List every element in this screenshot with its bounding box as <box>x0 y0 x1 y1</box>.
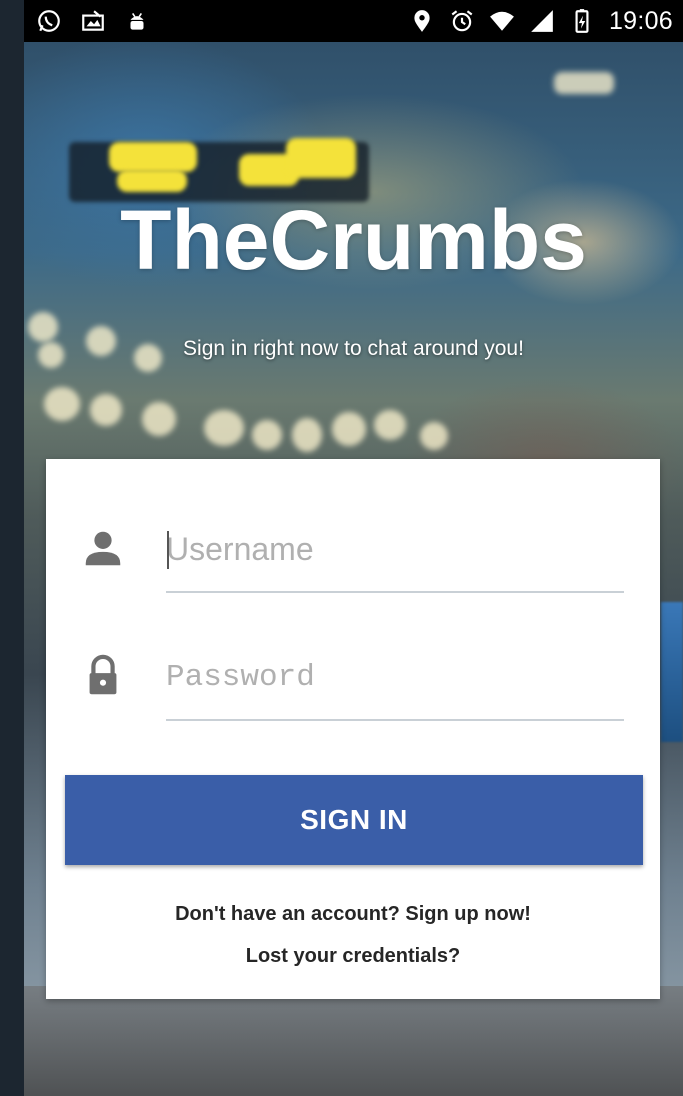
signal-icon <box>529 8 555 34</box>
status-bar: 19:06 <box>24 0 683 42</box>
background-bokeh <box>142 402 176 436</box>
person-icon <box>80 525 126 571</box>
background-pavement <box>24 986 683 1096</box>
background-bokeh <box>44 387 80 421</box>
status-bar-right: 19:06 <box>409 7 673 36</box>
username-input[interactable] <box>166 519 622 579</box>
wifi-icon <box>489 8 515 34</box>
background-neon-light <box>286 138 356 178</box>
sign-in-button[interactable]: SIGN IN <box>65 775 643 865</box>
sign-up-link[interactable]: Don't have an account? Sign up now! <box>46 903 660 926</box>
text-caret <box>167 531 169 569</box>
background-bokeh <box>204 410 244 446</box>
background-neon-light <box>117 170 187 192</box>
background-bokeh <box>332 412 366 446</box>
background-bokeh <box>420 422 448 450</box>
lock-icon <box>80 653 126 699</box>
background-bokeh <box>374 410 406 440</box>
app-title: TheCrumbs <box>120 193 587 287</box>
lost-credentials-link[interactable]: Lost your credentials? <box>46 945 660 968</box>
password-row <box>46 625 660 725</box>
image-notification-icon <box>80 8 106 34</box>
background-bokeh <box>252 420 282 450</box>
background-blue-light <box>661 602 683 742</box>
username-underline <box>166 591 624 593</box>
whatsapp-icon <box>36 8 62 34</box>
password-underline <box>166 719 624 721</box>
password-input[interactable] <box>166 647 622 707</box>
android-debug-icon <box>124 8 150 34</box>
background-bokeh <box>90 394 122 426</box>
username-row <box>46 497 660 597</box>
background-bokeh <box>292 418 322 452</box>
login-card: SIGN IN Don't have an account? Sign up n… <box>46 459 660 999</box>
battery-icon <box>569 8 595 34</box>
background-neon-light <box>109 142 197 172</box>
status-time: 19:06 <box>608 6 673 35</box>
location-icon <box>409 8 435 34</box>
status-bar-left <box>36 8 150 34</box>
alarm-icon <box>449 8 475 34</box>
background-bokeh <box>554 72 614 94</box>
app-tagline: Sign in right now to chat around you! <box>183 337 524 360</box>
